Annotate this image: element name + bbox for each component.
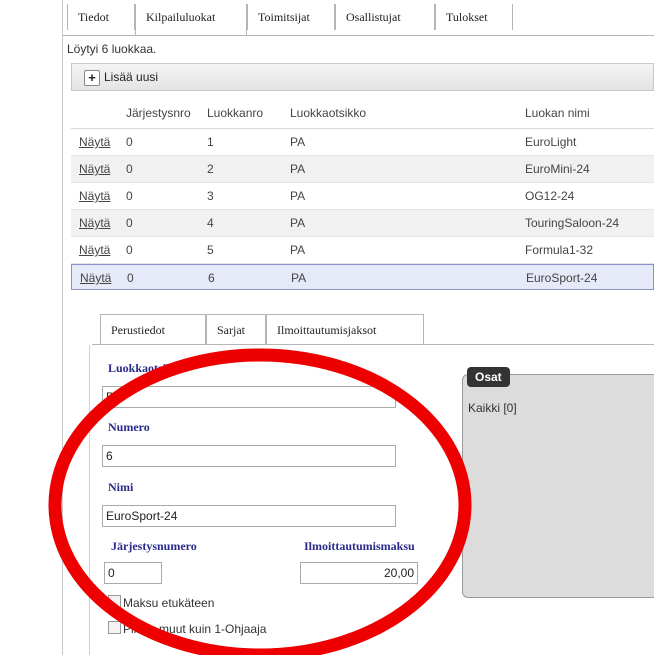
content-frame-border <box>62 0 63 655</box>
cell-title: PA <box>291 271 307 285</box>
prepay-label: Maksu etukäteen <box>123 596 215 610</box>
table-row[interactable]: Näytä 0 1 PA EuroLight <box>71 129 654 156</box>
cell-title: PA <box>290 243 306 257</box>
cell-number: 1 <box>207 135 214 149</box>
tab-ilmoittautumisjaksot[interactable]: Ilmoittautumisjaksot <box>266 314 424 344</box>
cell-number: 5 <box>207 243 214 257</box>
number-input[interactable] <box>102 445 396 467</box>
table-row[interactable]: Näytä 0 4 PA TouringSaloon-24 <box>71 210 654 237</box>
checkbox-box[interactable] <box>108 595 121 608</box>
cell-title: PA <box>290 135 306 149</box>
fee-label: Ilmoittautumismaksu <box>304 539 415 553</box>
osat-panel: Osat Kaikki [0] <box>462 367 654 598</box>
show-link[interactable]: Näytä <box>79 210 110 236</box>
tab-toimitsijat[interactable]: Toimitsijat <box>247 4 335 30</box>
cell-name: OG12-24 <box>525 189 575 203</box>
order-input[interactable] <box>104 562 162 584</box>
header-order[interactable]: Järjestysnro <box>126 98 191 128</box>
show-link[interactable]: Näytä <box>79 129 110 155</box>
results-count: Löytyi 6 luokkaa. <box>67 42 157 56</box>
table-row[interactable]: Näytä 0 3 PA OG12-24 <box>71 183 654 210</box>
cell-name: Formula1-32 <box>525 243 594 257</box>
table-row-selected[interactable]: Näytä 0 6 PA EuroSport-24 <box>71 264 654 290</box>
title-input[interactable] <box>102 386 396 408</box>
show-link[interactable]: Näytä <box>80 265 111 291</box>
title-label: Luokkaotsikko <box>108 361 186 375</box>
cell-number: 4 <box>207 216 214 230</box>
cell-name: EuroMini-24 <box>525 162 590 176</box>
cell-title: PA <box>290 216 306 230</box>
number-label: Numero <box>108 420 150 434</box>
header-name[interactable]: Luokan nimi <box>525 98 590 128</box>
tab-sarjat[interactable]: Sarjat <box>206 314 266 344</box>
tab-tiedot[interactable]: Tiedot <box>67 4 135 30</box>
osat-title: Osat <box>467 367 510 387</box>
name-label: Nimi <box>108 480 134 494</box>
cell-name: TouringSaloon-24 <box>525 216 620 230</box>
tab-perustiedot[interactable]: Perustiedot <box>100 314 206 344</box>
show-link[interactable]: Näytä <box>79 237 110 263</box>
cell-order: 0 <box>126 162 133 176</box>
add-new-label: Lisää uusi <box>104 70 159 84</box>
class-table: Järjestysnro Luokkanro Luokkaotsikko Luo… <box>71 98 654 290</box>
hide-checkbox[interactable]: Piilota muut kuin 1-Ohjaaja <box>108 621 266 636</box>
show-link[interactable]: Näytä <box>79 183 110 209</box>
prepay-checkbox[interactable]: Maksu etukäteen <box>108 595 214 610</box>
osat-item[interactable]: Kaikki [0] <box>468 401 517 415</box>
header-number[interactable]: Luokkanro <box>207 98 263 128</box>
detail-tab-bar: Perustiedot Sarjat Ilmoittautumisjaksot <box>92 308 654 345</box>
tab-kilpailuluokat[interactable]: Kilpailuluokat <box>135 4 247 35</box>
cell-order: 0 <box>126 243 133 257</box>
tab-tulokset[interactable]: Tulokset <box>435 4 513 30</box>
cell-name: EuroSport-24 <box>526 271 598 285</box>
hide-label: Piilota muut kuin 1-Ohjaaja <box>123 622 267 636</box>
header-title[interactable]: Luokkaotsikko <box>290 98 366 128</box>
cell-order: 0 <box>126 216 133 230</box>
name-input[interactable] <box>102 505 396 527</box>
table-toolbar: + Lisää uusi <box>71 63 654 91</box>
cell-number: 6 <box>208 271 215 285</box>
main-tab-bar: Tiedot Kilpailuluokat Toimitsijat Osalli… <box>63 0 654 36</box>
cell-name: EuroLight <box>525 135 577 149</box>
show-link[interactable]: Näytä <box>79 156 110 182</box>
table-header: Järjestysnro Luokkanro Luokkaotsikko Luo… <box>71 98 654 129</box>
tab-osallistujat[interactable]: Osallistujat <box>335 4 435 30</box>
cell-order: 0 <box>126 189 133 203</box>
table-row[interactable]: Näytä 0 2 PA EuroMini-24 <box>71 156 654 183</box>
plus-icon: + <box>84 69 100 86</box>
fee-input[interactable] <box>300 562 418 584</box>
cell-number: 2 <box>207 162 214 176</box>
cell-title: PA <box>290 162 306 176</box>
checkbox-box[interactable] <box>108 621 121 634</box>
cell-title: PA <box>290 189 306 203</box>
cell-order: 0 <box>127 271 134 285</box>
add-new-button[interactable]: + Lisää uusi <box>84 68 158 86</box>
order-label: Järjestysnumero <box>111 539 197 553</box>
table-row[interactable]: Näytä 0 5 PA Formula1-32 <box>71 237 654 264</box>
cell-order: 0 <box>126 135 133 149</box>
cell-number: 3 <box>207 189 214 203</box>
detail-panel-border <box>89 345 90 655</box>
